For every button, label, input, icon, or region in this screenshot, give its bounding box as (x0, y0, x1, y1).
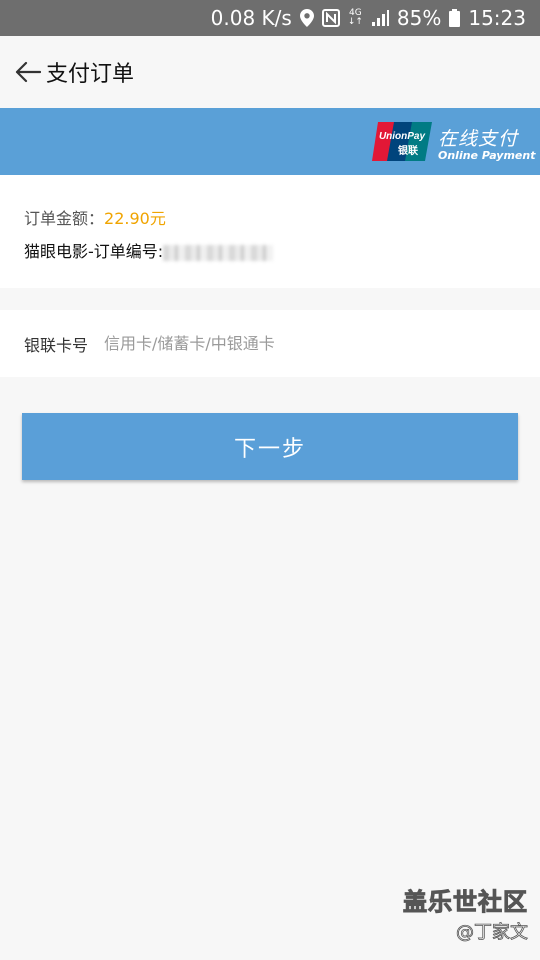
unionpay-logo: UnionPay 银联 (372, 122, 432, 161)
back-button[interactable] (6, 50, 50, 94)
arrow-left-icon (15, 61, 41, 83)
order-amount-value: 22.90元 (104, 209, 166, 228)
location-icon (299, 9, 314, 27)
logo-text-bottom: 银联 (398, 144, 418, 157)
card-number-label: 银联卡号 (24, 335, 89, 355)
battery-icon (449, 9, 461, 27)
banner-subtitle: Online Payment (438, 149, 536, 162)
network-speed: 0.08 K/s (210, 6, 292, 30)
order-number-label: 猫眼电影-订单编号: (24, 242, 164, 261)
card-number-row: 银联卡号 (0, 310, 540, 377)
battery-percent: 85% (396, 6, 442, 30)
watermark-author: @丁家文 (456, 922, 529, 944)
order-amount-label: 订单金额： (24, 209, 105, 228)
data-arrows-icon: 4G ↓↑ (348, 9, 363, 27)
data-transfer-arrows: ↓↑ (347, 17, 363, 27)
card-number-input[interactable] (104, 334, 504, 353)
page-title: 支付订单 (46, 62, 135, 87)
status-bar: 0.08 K/s 4G ↓↑ 85% 15:23 (0, 0, 540, 36)
watermark-community: 盖乐世社区 (403, 888, 528, 917)
next-step-button[interactable]: 下一步 (22, 413, 518, 480)
nfc-icon (321, 9, 340, 27)
logo-text-top: UnionPay (379, 131, 426, 142)
app-bar: 支付订单 (0, 36, 540, 108)
order-info-card (0, 175, 540, 288)
order-number-row: 猫眼电影-订单编号: (24, 238, 274, 262)
signal-icon (371, 9, 389, 27)
order-amount-row: 订单金额：22.90元 (24, 205, 166, 229)
banner-title: 在线支付 (438, 128, 519, 150)
clock: 15:23 (468, 6, 526, 30)
order-number-obscured (163, 244, 274, 261)
